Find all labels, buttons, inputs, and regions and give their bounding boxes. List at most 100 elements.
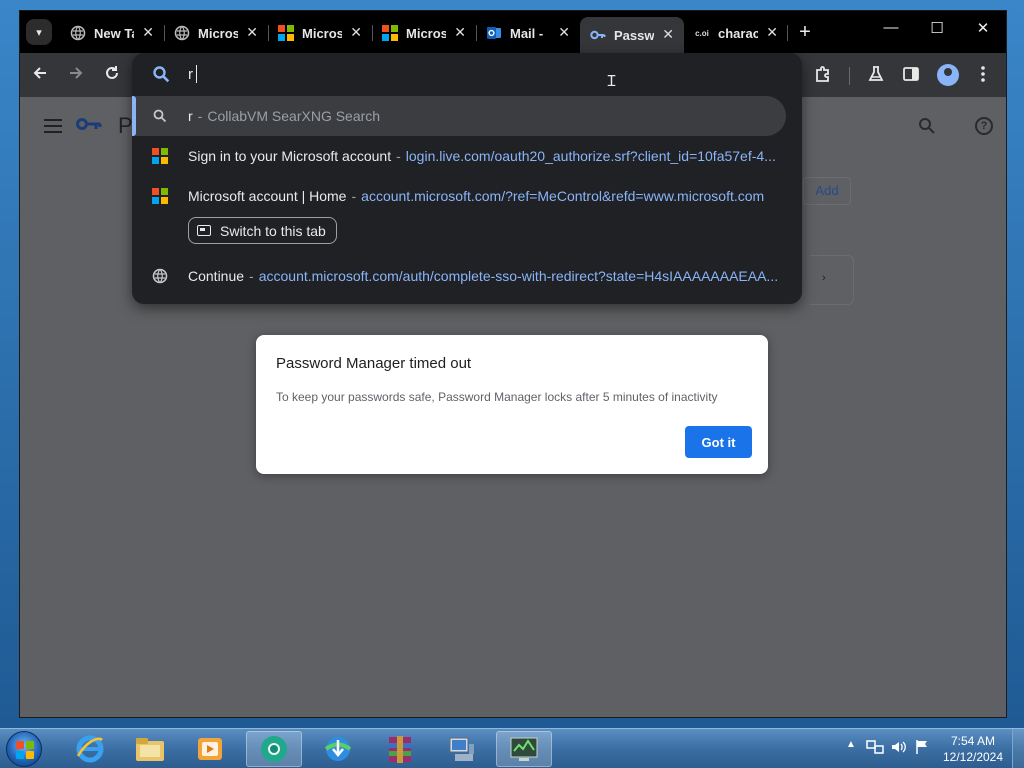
extensions-button[interactable] (812, 65, 834, 88)
start-button[interactable] (6, 731, 42, 767)
mouse-cursor-ibeam: Ｉ (604, 73, 620, 90)
suggestion-query: r (188, 108, 193, 124)
globe-icon (174, 25, 190, 41)
flask-icon (868, 66, 884, 81)
microsoft-logo-icon (132, 148, 188, 164)
back-button[interactable] (29, 65, 51, 86)
suggestion-microsoft-home[interactable]: Microsoft account | Home - account.micro… (132, 176, 802, 216)
tab-new-tab[interactable]: New Tab ✕ (60, 19, 164, 47)
tab-characters[interactable]: c.oi charact ✕ (684, 19, 788, 47)
close-icon[interactable]: ✕ (454, 24, 466, 41)
globe-icon (70, 25, 86, 41)
network-icon[interactable] (866, 739, 884, 758)
new-tab-button[interactable]: + (793, 21, 817, 44)
system-clock[interactable]: 7:54 AM 12/12/2024 (940, 733, 1006, 765)
close-icon[interactable]: ✕ (766, 24, 778, 41)
suggestion-title: Continue (188, 268, 245, 284)
chrome-canary-icon[interactable] (246, 731, 302, 767)
close-window-button[interactable]: ✕ (968, 19, 998, 37)
tab-passwords[interactable]: Passwords ✕ (580, 17, 684, 53)
dialog-message: To keep your passwords safe, Password Ma… (276, 390, 718, 404)
action-center-flag-icon[interactable] (914, 739, 930, 758)
close-icon[interactable]: ✕ (142, 24, 154, 41)
key-icon (590, 27, 606, 43)
tab-label: New Tab (94, 25, 134, 41)
show-desktop-button[interactable] (1012, 729, 1024, 768)
got-it-button[interactable]: Got it (685, 426, 752, 458)
search-icon (152, 65, 170, 88)
reload-icon (106, 66, 118, 79)
suggestion-continue[interactable]: Continue - account.microsoft.com/auth/co… (132, 256, 802, 296)
timeout-dialog: Password Manager timed out To keep your … (256, 335, 768, 474)
close-icon[interactable]: ✕ (662, 26, 674, 43)
add-password-button[interactable]: Add (803, 177, 851, 205)
suggestion-microsoft-signin[interactable]: Sign in to your Microsoft account - logi… (132, 136, 802, 176)
suggestion-search[interactable]: r - CollabVM SearXNG Search (132, 96, 786, 136)
tab-label: Microsoft (406, 25, 446, 41)
tab-mail[interactable]: Mail - ✕ (476, 19, 580, 47)
suggestion-url: account.microsoft.com/?ref=MeControl&ref… (361, 188, 765, 204)
tab-microsoft-2[interactable]: Microsoft ✕ (268, 19, 372, 47)
omnibox-dropdown: Ｉ r - CollabVM SearXNG Search Sign in to… (132, 53, 802, 304)
menu-button[interactable] (972, 65, 994, 88)
address-bar-input[interactable] (188, 63, 568, 85)
puzzle-icon (816, 66, 829, 82)
winrar-icon[interactable] (372, 731, 428, 767)
tab-label: charact (718, 25, 758, 41)
close-icon[interactable]: ✕ (558, 24, 570, 41)
tab-microsoft-3[interactable]: Microsoft ✕ (372, 19, 476, 47)
password-card[interactable]: › (810, 255, 854, 305)
page-title: P (118, 113, 133, 138)
tab-label: Microsoft (198, 25, 238, 41)
show-hidden-icons-button[interactable]: ▲ (846, 739, 856, 750)
download-manager-icon[interactable] (310, 731, 366, 767)
tab-strip: ▾ New Tab ✕ Microsoft ✕ Microsoft ✕ (20, 11, 1006, 53)
kebab-menu-icon (981, 66, 985, 82)
forward-arrow-icon (70, 67, 83, 79)
tab-label: Mail - (510, 25, 544, 41)
clock-date: 12/12/2024 (942, 750, 1004, 764)
suggestion-separator: - (396, 148, 401, 164)
network-computer-icon[interactable] (434, 731, 490, 767)
tab-separator (787, 25, 788, 41)
internet-explorer-icon[interactable] (62, 731, 118, 767)
maximize-button[interactable]: ☐ (922, 19, 952, 37)
tab-label: Passwords (614, 27, 654, 43)
suggestion-separator: - (249, 268, 254, 284)
media-player-icon[interactable] (182, 731, 238, 767)
toolbar-divider (849, 67, 850, 85)
system-monitor-icon[interactable] (496, 731, 552, 767)
help-icon[interactable]: ? (975, 117, 993, 135)
omnibox[interactable]: Ｉ (132, 53, 802, 95)
minimize-button[interactable]: — (876, 19, 906, 36)
suggestion-title: Microsoft account | Home (188, 188, 347, 204)
suggestion-url: login.live.com/oauth20_authorize.srf?cli… (405, 148, 776, 164)
volume-icon[interactable] (890, 739, 908, 758)
forward-button[interactable] (65, 65, 87, 86)
switch-to-tab-button[interactable]: Switch to this tab (188, 217, 337, 244)
labs-button[interactable] (865, 65, 887, 88)
chevron-right-icon: › (822, 272, 826, 284)
microsoft-logo-icon (132, 188, 188, 204)
search-icon (132, 109, 188, 123)
hamburger-menu-icon[interactable] (44, 119, 62, 137)
suggestion-separator: - (351, 188, 357, 204)
search-icon[interactable] (918, 117, 936, 140)
suggestion-url: account.microsoft.com/auth/complete-sso-… (258, 268, 779, 284)
close-icon[interactable]: ✕ (350, 24, 362, 41)
tab-search-button[interactable]: ▾ (26, 19, 52, 45)
windows-logo-icon (16, 741, 34, 759)
tab-microsoft-1[interactable]: Microsoft ✕ (164, 19, 268, 47)
file-explorer-icon[interactable] (122, 731, 178, 767)
switch-tab-icon (197, 225, 211, 236)
suggestion-engine: CollabVM SearXNG Search (207, 108, 381, 124)
side-panel-button[interactable] (900, 65, 922, 88)
microsoft-logo-icon (278, 25, 294, 41)
dialog-title: Password Manager timed out (276, 355, 472, 372)
reload-button[interactable] (101, 65, 123, 86)
globe-icon (132, 268, 188, 284)
close-icon[interactable]: ✕ (246, 24, 258, 41)
side-panel-icon (903, 67, 919, 81)
profile-avatar[interactable] (937, 64, 959, 86)
tab-label: Microsoft (302, 25, 342, 41)
